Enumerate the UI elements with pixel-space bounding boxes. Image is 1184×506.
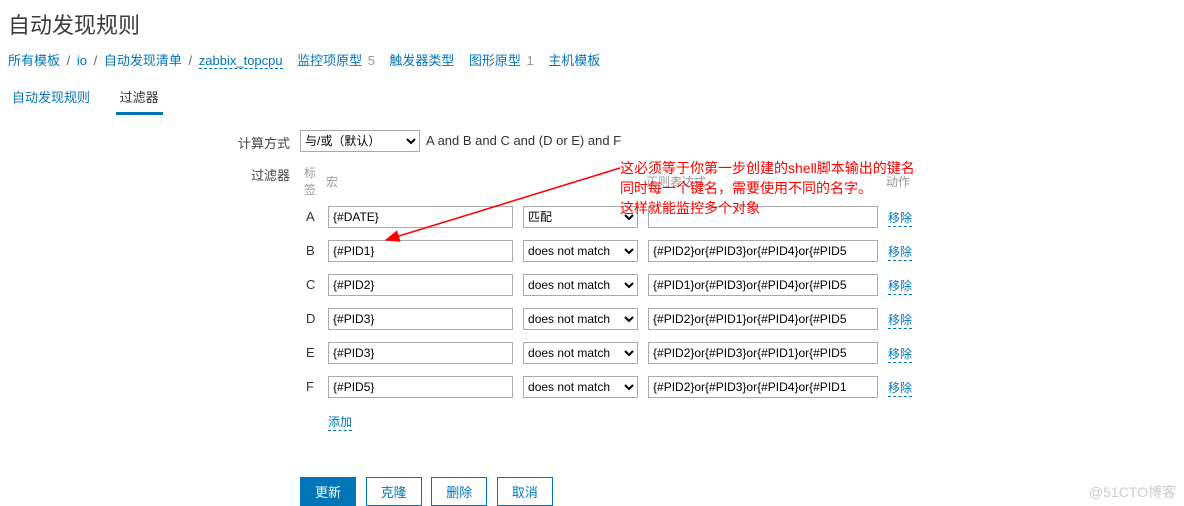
macro-input[interactable] [328,308,513,330]
row-letter: C [302,274,322,306]
annotation-line2: 同时每一个键名，需要使用不同的名字。 [620,178,872,198]
crumb-discovery-list[interactable]: 自动发现清单 [104,53,182,68]
update-button[interactable]: 更新 [300,477,356,506]
remove-link[interactable]: 移除 [888,243,912,261]
page-title: 自动发现规则 [0,0,1184,50]
filter-row: A匹配移除 [302,206,916,238]
graph-proto-count: 1 [527,53,534,68]
operator-select[interactable]: does not match [523,376,638,398]
filter-row: Cdoes not match 移除 [302,274,916,306]
macro-input[interactable] [328,342,513,364]
filter-row: Bdoes not match 移除 [302,240,916,272]
macro-input[interactable] [328,376,513,398]
crumb-io[interactable]: io [77,53,87,68]
col-macro-header: 宏 [324,164,517,204]
row-letter: A [302,206,322,238]
macro-input[interactable] [328,206,513,228]
remove-link[interactable]: 移除 [888,379,912,397]
expression-input[interactable] [648,274,878,296]
operator-select[interactable]: does not match [523,240,638,262]
tab-filters[interactable]: 过滤器 [116,81,163,115]
item-proto-count: 5 [368,53,375,68]
operator-select[interactable]: does not match [523,308,638,330]
operator-select[interactable]: does not match [523,342,638,364]
operator-select[interactable]: does not match [523,274,638,296]
row-letter: D [302,308,322,340]
annotation-line1: 这必须等于你第一步创建的shell脚本输出的键名 [620,158,915,178]
button-bar: 更新 克隆 删除 取消 [0,477,1184,506]
expression-input[interactable] [648,342,878,364]
remove-link[interactable]: 移除 [888,345,912,363]
breadcrumb: 所有模板 / io / 自动发现清单 / zabbix_topcpu 监控项原型… [0,50,1184,81]
remove-link[interactable]: 移除 [888,311,912,329]
macro-input[interactable] [328,240,513,262]
tab-rule[interactable]: 自动发现规则 [8,81,94,112]
row-letter: E [302,342,322,374]
delete-button[interactable]: 删除 [431,477,487,506]
filter-label: 过滤器 [220,162,300,184]
crumb-trigger-proto[interactable]: 触发器类型 [389,53,454,68]
macro-input[interactable] [328,274,513,296]
crumb-graph-proto[interactable]: 图形原型 [469,53,521,68]
filter-table: 标签 宏 正则表达式 动作 A匹配移除Bdoes not match移除Cdoe… [300,162,918,433]
crumb-host-proto[interactable]: 主机模板 [548,53,600,68]
watermark: @51CTO博客 [1089,482,1176,502]
expression-input[interactable] [648,308,878,330]
row-letter: B [302,240,322,272]
tab-bar: 自动发现规则 过滤器 [0,81,1184,116]
formula-text: A and B and C and (D or E) and F [426,130,621,148]
col-label-header: 标签 [302,164,322,204]
expression-input[interactable] [648,376,878,398]
row-letter: F [302,376,322,408]
filter-row: Edoes not match 移除 [302,342,916,374]
filter-row: Ddoes not match 移除 [302,308,916,340]
filter-row: Fdoes not match 移除 [302,376,916,408]
clone-button[interactable]: 克隆 [366,477,422,506]
expression-input[interactable] [648,240,878,262]
crumb-all-templates[interactable]: 所有模板 [8,53,60,68]
crumb-rule-name[interactable]: zabbix_topcpu [199,53,283,69]
remove-link[interactable]: 移除 [888,277,912,295]
remove-link[interactable]: 移除 [888,209,912,227]
cancel-button[interactable]: 取消 [497,477,553,506]
calc-method-select[interactable]: 与/或（默认） [300,130,420,152]
calc-label: 计算方式 [220,130,300,152]
crumb-item-proto[interactable]: 监控项原型 [297,53,362,68]
annotation-line3: 这样就能监控多个对象 [620,198,760,218]
add-filter-link[interactable]: 添加 [328,413,352,431]
